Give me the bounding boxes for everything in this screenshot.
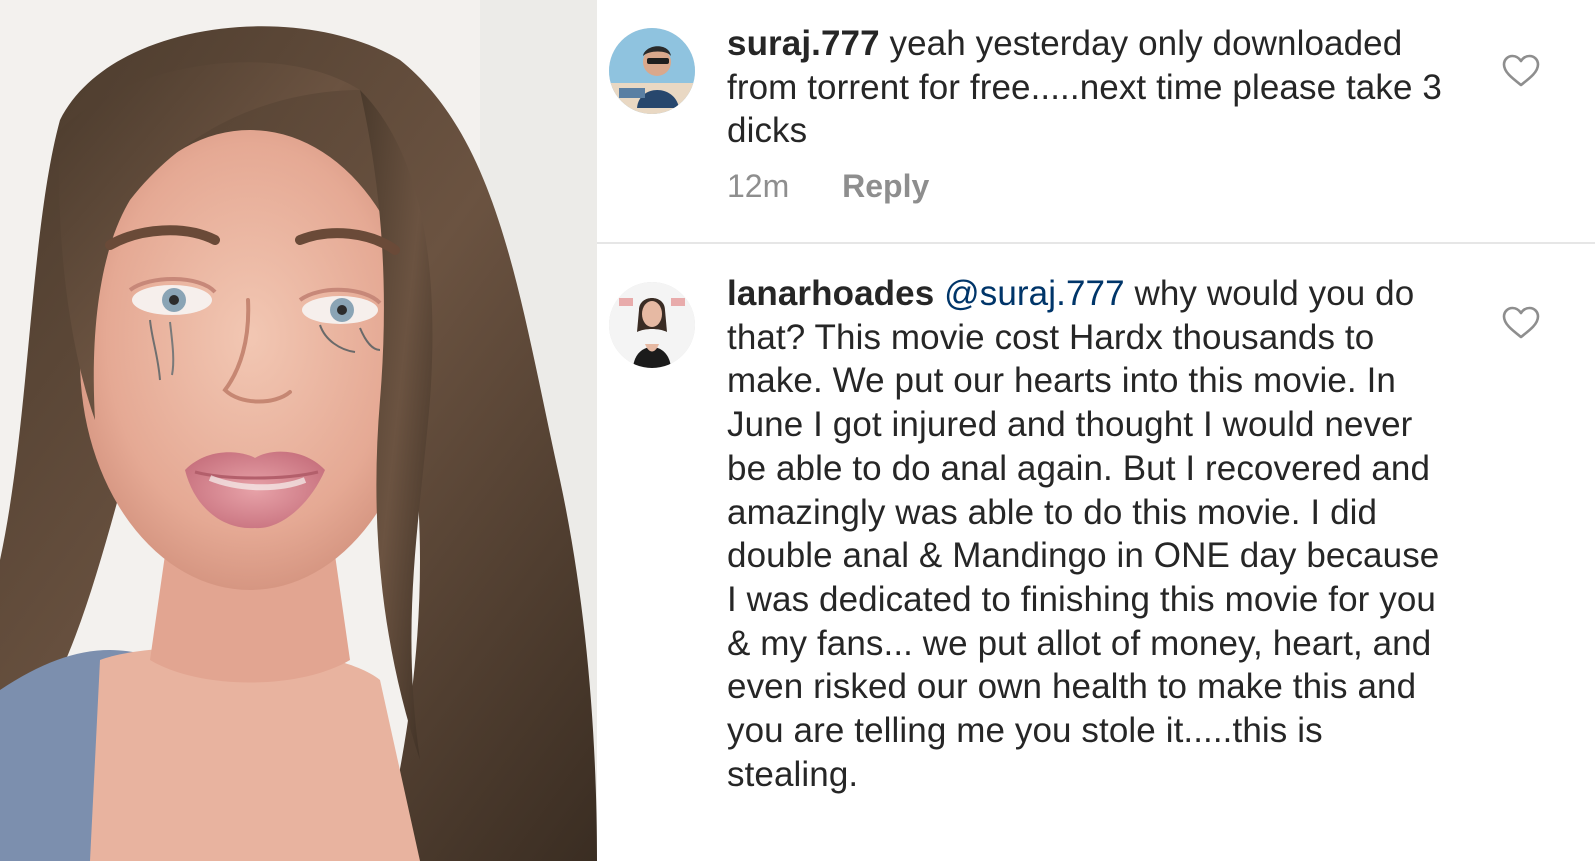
comment-content: why would you do that? This movie cost H… (727, 274, 1440, 794)
comment-text: lanarhoades @suraj.777 why would you do … (727, 272, 1457, 796)
comment-username[interactable]: suraj.777 (727, 24, 880, 63)
comments-panel: suraj.777 yeah yesterday only downloaded… (597, 0, 1595, 861)
heart-outline-icon[interactable] (1502, 306, 1540, 340)
user-avatar[interactable] (609, 282, 695, 368)
comment-username[interactable]: lanarhoades (727, 274, 934, 313)
comment-mention-link[interactable]: @suraj.777 (944, 274, 1125, 313)
comment-item: suraj.777 yeah yesterday only downloaded… (597, 0, 1595, 243)
crying-woman-photo (0, 0, 597, 861)
comment-item: lanarhoades @suraj.777 why would you do … (597, 244, 1595, 861)
comment-meta: 12m Reply (727, 168, 929, 205)
comment-text: suraj.777 yeah yesterday only downloaded… (727, 22, 1457, 153)
user-avatar[interactable] (609, 28, 695, 114)
reply-button[interactable]: Reply (842, 168, 929, 204)
heart-outline-icon[interactable] (1502, 54, 1540, 88)
screenshot-root: suraj.777 yeah yesterday only downloaded… (0, 0, 1595, 861)
comment-timestamp: 12m (727, 168, 790, 204)
